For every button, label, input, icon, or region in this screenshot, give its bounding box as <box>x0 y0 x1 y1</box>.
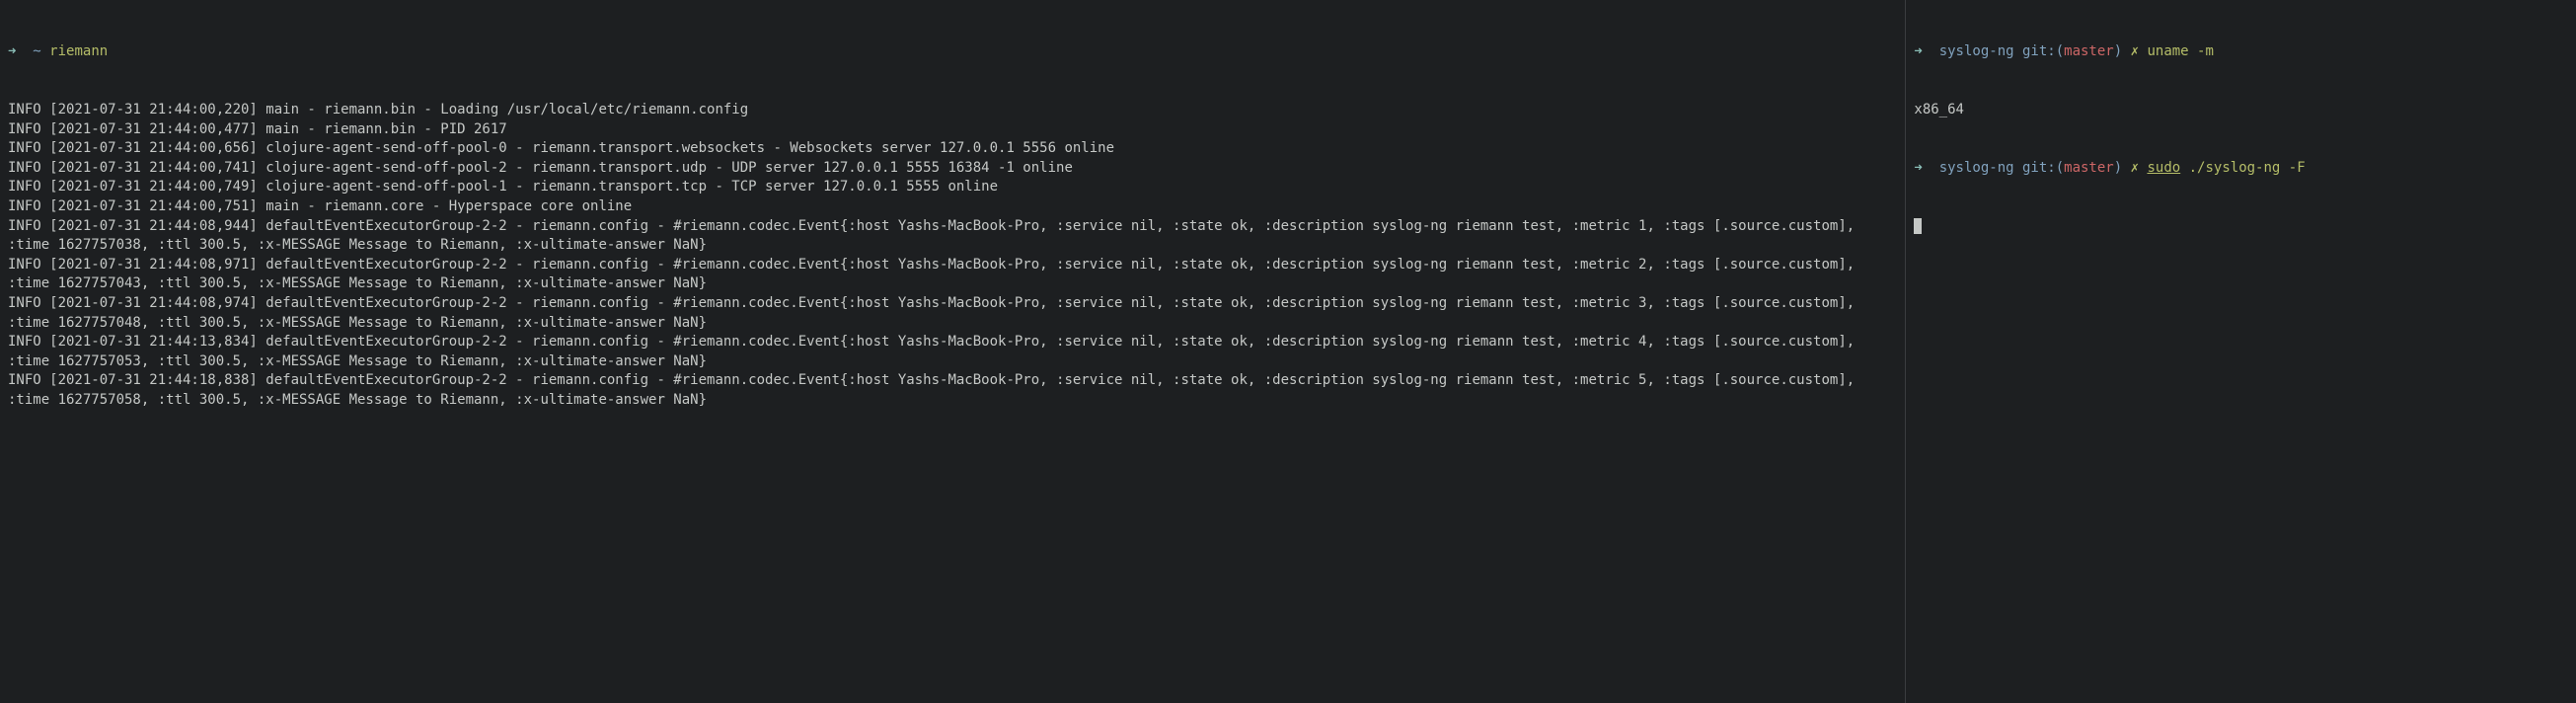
cursor-line <box>1914 217 2568 237</box>
log-line: INFO [2021-07-31 21:44:00,749] clojure-a… <box>8 178 1897 197</box>
prompt-line: ➜ ~ riemann <box>8 42 1897 62</box>
git-close: ) <box>2114 160 2122 176</box>
prompt-arrow-icon: ➜ <box>8 43 16 59</box>
prompt-dir: syslog-ng <box>1939 43 2014 59</box>
command-text: ./syslog-ng -F <box>2180 160 2305 176</box>
sudo-command: sudo <box>2147 160 2180 176</box>
git-branch: master <box>2064 160 2114 176</box>
git-branch: master <box>2064 43 2114 59</box>
log-output: INFO [2021-07-31 21:44:00,220] main - ri… <box>8 101 1897 411</box>
log-line: INFO [2021-07-31 21:44:08,944] defaultEv… <box>8 217 1897 256</box>
log-line: INFO [2021-07-31 21:44:00,656] clojure-a… <box>8 139 1897 159</box>
prompt-line-2: ➜ syslog-ng git:(master) ✗ sudo ./syslog… <box>1914 159 2568 179</box>
prompt-arrow-icon: ➜ <box>1914 43 1922 59</box>
log-line: INFO [2021-07-31 21:44:00,741] clojure-a… <box>8 159 1897 179</box>
cursor-icon <box>1914 218 1922 234</box>
prompt-arrow-icon: ➜ <box>1914 160 1922 176</box>
git-label: git:( <box>2022 43 2064 59</box>
left-terminal-pane[interactable]: ➜ ~ riemann INFO [2021-07-31 21:44:00,22… <box>0 0 1906 703</box>
log-line: INFO [2021-07-31 21:44:13,834] defaultEv… <box>8 333 1897 371</box>
log-line: INFO [2021-07-31 21:44:00,220] main - ri… <box>8 101 1897 120</box>
prompt-line-1: ➜ syslog-ng git:(master) ✗ uname -m <box>1914 42 2568 62</box>
log-line: INFO [2021-07-31 21:44:08,974] defaultEv… <box>8 294 1897 333</box>
right-terminal-pane[interactable]: ➜ syslog-ng git:(master) ✗ uname -m x86_… <box>1906 0 2576 703</box>
prompt-path: ~ <box>33 43 40 59</box>
log-line: INFO [2021-07-31 21:44:00,751] main - ri… <box>8 197 1897 217</box>
log-line: INFO [2021-07-31 21:44:18,838] defaultEv… <box>8 371 1897 410</box>
log-line: INFO [2021-07-31 21:44:00,477] main - ri… <box>8 120 1897 140</box>
command-text: uname -m <box>2147 43 2213 59</box>
log-line: INFO [2021-07-31 21:44:08,971] defaultEv… <box>8 256 1897 294</box>
git-label: git:( <box>2022 160 2064 176</box>
git-close: ) <box>2114 43 2122 59</box>
command-output: x86_64 <box>1914 101 2568 120</box>
dirty-icon: ✗ <box>2131 160 2139 176</box>
prompt-dir: syslog-ng <box>1939 160 2014 176</box>
command-text: riemann <box>49 43 108 59</box>
dirty-icon: ✗ <box>2131 43 2139 59</box>
